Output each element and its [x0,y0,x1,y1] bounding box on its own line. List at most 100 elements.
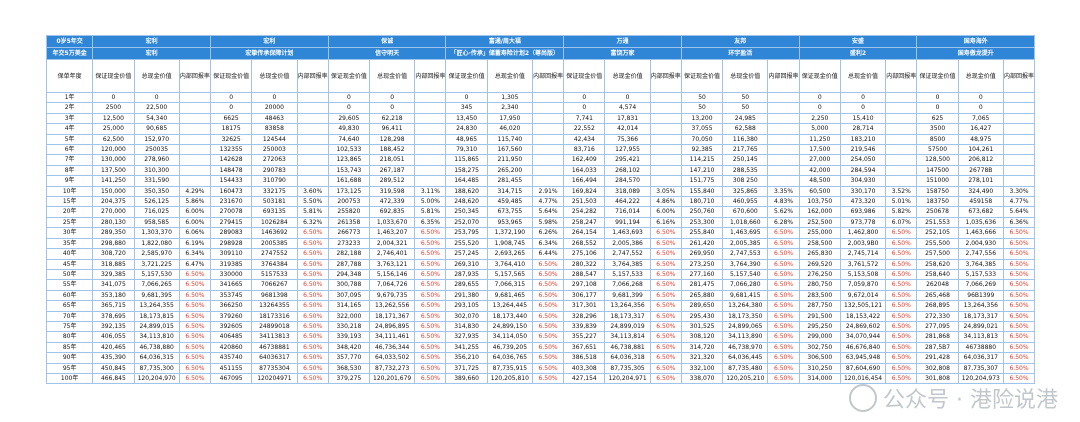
guaranteed-value-cell: 7,741 [563,112,606,125]
column-header: 内部回报率 [649,59,682,93]
guaranteed-value-cell: 251,553 [916,216,959,229]
irr-cell [649,144,682,156]
irr-cell: 6.50% [767,248,800,260]
total-value-cell: 2,585,970 [133,248,180,260]
company-name: 宏利 [210,35,329,48]
column-header: 内部回报率 [531,59,565,93]
guaranteed-value-cell: 114,215 [680,154,724,166]
guaranteed-value-cell: 0 [92,91,135,104]
guaranteed-value-cell: 0 [327,91,370,104]
guaranteed-value-cell: 141,250 [92,175,135,187]
irr-cell [885,91,918,104]
total-value-cell: 9,679,735 [368,289,416,302]
guaranteed-value-cell: 450,845 [92,362,135,374]
total-value-cell: 34,111,461 [368,331,416,343]
guaranteed-value-cell: 327,935 [445,331,488,343]
irr-cell: 6.50% [414,320,447,333]
guaranteed-value-cell: 254,282 [563,206,606,218]
guaranteed-value-cell: 150,000 [92,185,135,198]
guaranteed-value-cell: 0 [798,91,841,104]
guaranteed-value-cell: 280,750 [798,279,841,291]
irr-cell [296,91,329,104]
total-value-cell: 3,764,390 [722,258,769,270]
total-value-cell: 18,173,350 [722,310,769,322]
total-value-cell: 24,869,602 [839,320,887,333]
total-value-cell: 48463 [251,112,298,125]
guaranteed-value-cell: 115,865 [445,154,488,166]
guaranteed-value-cell: 250,345 [445,206,488,218]
irr-cell: 6.50% [414,352,447,364]
irr-cell [649,164,682,177]
guaranteed-value-cell: 50 [680,102,724,114]
guaranteed-value-cell: 0 [916,91,959,104]
total-value-cell: 183,210 [839,133,887,146]
guaranteed-value-cell: 231670 [209,196,253,208]
total-value-cell: 96,411 [368,123,416,135]
guaranteed-value-cell: 151000 [916,175,959,187]
total-value-cell: 87,735,300 [133,362,180,374]
column-header: 内部回报率 [178,59,212,93]
guaranteed-value-cell: 339,193 [327,331,370,343]
irr-cell: 6.35% [414,216,447,229]
total-value-cell: 24,896,895 [368,320,416,333]
total-value-cell: 319,598 [368,185,416,198]
column-header: 总现金价值 [368,59,416,93]
plan-name: 盛利2 [798,47,918,60]
guaranteed-value-cell: 24,830 [445,123,488,135]
irr-cell [414,133,447,146]
irr-cell: 6.47% [178,258,212,270]
irr-cell: 6.36% [1002,216,1036,229]
table-row: 80年 406,055 34,113,810 6.50% 406485 34113813 6… [45,331,1036,343]
guaranteed-value-cell: 253,795 [445,227,488,239]
guaranteed-value-cell: 0 [563,102,606,114]
irr-cell [178,112,212,125]
irr-cell: 5.86% [178,196,212,208]
guaranteed-value-cell: 258,500 [798,237,841,250]
guaranteed-value-cell: 169,824 [563,185,606,198]
irr-cell [767,144,800,156]
table-row: 4年 25,000 90,685 18175 83858 49,830 96,411 24,8… [45,123,1036,135]
guaranteed-value-cell: 255,500 [916,237,959,250]
irr-cell [531,133,565,146]
irr-cell: 6.50% [414,362,447,374]
irr-cell: 6.50% [296,310,329,322]
policy-year-cell: 10年 [45,185,94,198]
irr-cell [649,112,682,125]
irr-cell: 6.50% [1002,237,1036,250]
total-value-cell: 13,264,380 [722,300,769,312]
total-value-cell: 28,714 [839,123,887,135]
irr-cell [885,112,918,125]
guaranteed-value-cell: 255,000 [798,227,841,239]
guaranteed-value-cell: 32625 [209,133,253,146]
guaranteed-value-cell: 280,130 [92,216,135,229]
irr-cell: 6.50% [531,372,565,385]
guaranteed-value-cell: 0 [445,91,488,104]
total-value-cell: 7,066,268 [604,279,651,291]
irr-cell [1002,164,1036,177]
table-row: 45年 318,885 3,721,225 6.47% 319385 3764384 6.5… [45,258,1036,270]
irr-cell [178,102,212,114]
total-value-cell: 87,735,915 [486,362,533,374]
irr-cell [1002,91,1036,104]
guaranteed-value-cell: 17,500 [798,144,841,156]
irr-cell: 6.50% [649,227,682,239]
column-header: 内部回报率 [296,59,329,93]
guaranteed-value-cell: 314,165 [327,300,370,312]
guaranteed-value-cell: 295,250 [798,320,841,333]
irr-cell [767,112,800,125]
total-value-cell: 64,036,445 [722,352,769,364]
guaranteed-value-cell: 355,227 [563,331,606,343]
irr-cell: 6.50% [1002,248,1036,260]
irr-cell: 6.50% [296,352,329,364]
total-value-cell: 2,747,553 [722,248,769,260]
total-value-cell: 64,036,315 [133,352,180,364]
irr-cell: 6.50% [885,320,918,333]
guaranteed-value-cell: 291,380 [445,289,488,302]
total-value-cell: 1,462,800 [839,227,887,239]
irr-cell: 6.50% [296,227,329,239]
guaranteed-value-cell: 289083 [209,227,253,239]
irr-cell: 6.50% [178,341,212,354]
total-value-cell: 9,681,399 [604,289,651,302]
guaranteed-value-cell: 158,275 [445,164,488,177]
guaranteed-value-cell: 299,000 [798,331,841,343]
